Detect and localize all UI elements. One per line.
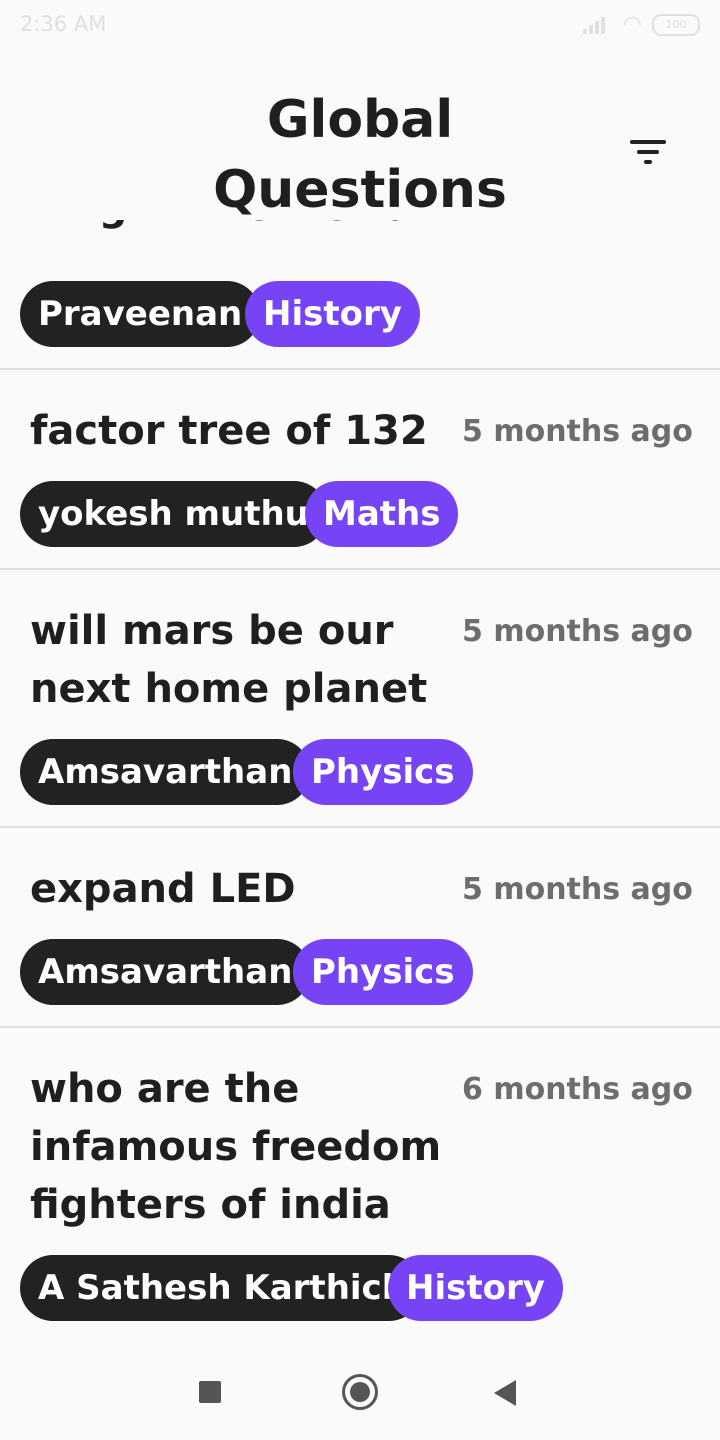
subject-chip[interactable]: Physics bbox=[293, 939, 473, 1005]
author-chip[interactable]: A Sathesh Karthick bbox=[20, 1255, 423, 1321]
subject-chip[interactable]: History bbox=[245, 281, 420, 347]
question-card[interactable]: will mars be our next home planet 5 mont… bbox=[0, 570, 720, 828]
question-card[interactable]: who are the infamous freedom fighters of… bbox=[0, 1028, 720, 1342]
subject-chip[interactable]: History bbox=[388, 1255, 563, 1321]
status-time: 2:36 AM bbox=[20, 12, 107, 36]
page-title: Global Questions bbox=[213, 90, 507, 220]
question-title: factor tree of 132 bbox=[30, 408, 428, 454]
wifi-icon: ◠ bbox=[622, 12, 642, 37]
author-chip[interactable]: yokesh muthu bbox=[20, 481, 327, 547]
subject-chip[interactable]: Physics bbox=[293, 739, 473, 805]
navigation-bar bbox=[0, 1344, 720, 1440]
author-chip[interactable]: Amsavarthan bbox=[20, 939, 311, 1005]
app-header: Global Questions bbox=[0, 50, 720, 220]
question-title: king in the world bbox=[30, 220, 413, 230]
signal-icon bbox=[582, 16, 613, 34]
home-circle-icon[interactable] bbox=[342, 1374, 378, 1410]
author-chip[interactable]: Praveenan bbox=[20, 281, 261, 347]
subject-chip[interactable]: Maths bbox=[305, 481, 459, 547]
question-title: who are the infamous freedom fighters of… bbox=[30, 1066, 442, 1228]
question-title: will mars be our next home planet bbox=[30, 608, 428, 712]
questions-list[interactable]: king in the world Praveenan History fact… bbox=[0, 220, 720, 1342]
question-card[interactable]: expand LED 5 months ago Amsavarthan Phys… bbox=[0, 828, 720, 1028]
filter-icon[interactable] bbox=[622, 132, 674, 172]
question-timestamp: 5 months ago bbox=[462, 872, 693, 907]
status-icons: ◠ 100 bbox=[582, 12, 700, 37]
recents-square-icon[interactable] bbox=[199, 1381, 221, 1403]
question-card[interactable]: factor tree of 132 5 months ago yokesh m… bbox=[0, 370, 720, 570]
status-bar: 2:36 AM ◠ 100 bbox=[0, 0, 720, 50]
author-chip[interactable]: Amsavarthan bbox=[20, 739, 311, 805]
battery-icon: 100 bbox=[652, 14, 700, 36]
question-timestamp: 6 months ago bbox=[462, 1072, 693, 1107]
question-timestamp: 5 months ago bbox=[462, 614, 693, 649]
question-title: expand LED bbox=[30, 866, 296, 912]
question-card-partial[interactable]: king in the world Praveenan History bbox=[0, 220, 720, 370]
back-triangle-icon[interactable] bbox=[494, 1380, 516, 1406]
question-timestamp: 5 months ago bbox=[462, 414, 693, 449]
